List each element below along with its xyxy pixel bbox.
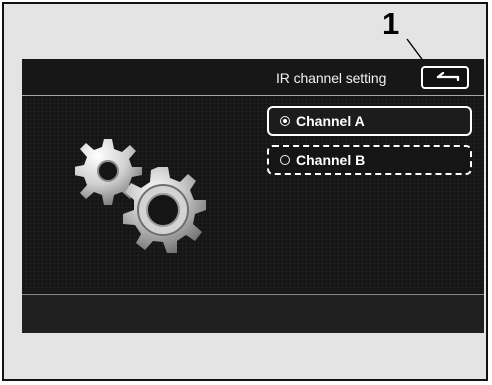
- screen-footer: [22, 294, 484, 333]
- back-button[interactable]: [421, 66, 469, 89]
- ir-channel-settings-screen: IR channel setting Channel A Channel B: [22, 59, 484, 333]
- channel-a-label: Channel A: [296, 113, 365, 129]
- channel-b-label: Channel B: [296, 152, 366, 168]
- large-gear: [123, 167, 206, 253]
- channel-a-option[interactable]: Channel A: [267, 106, 472, 136]
- screen-title: IR channel setting: [276, 70, 387, 86]
- channel-b-option[interactable]: Channel B: [267, 145, 472, 175]
- callout-number: 1: [382, 6, 400, 41]
- selected-radio-icon: [280, 116, 290, 126]
- unselected-radio-icon: [280, 155, 290, 165]
- back-arrow-icon: [436, 72, 460, 82]
- screen-header: IR channel setting: [22, 59, 484, 96]
- gears-icon: [75, 139, 206, 253]
